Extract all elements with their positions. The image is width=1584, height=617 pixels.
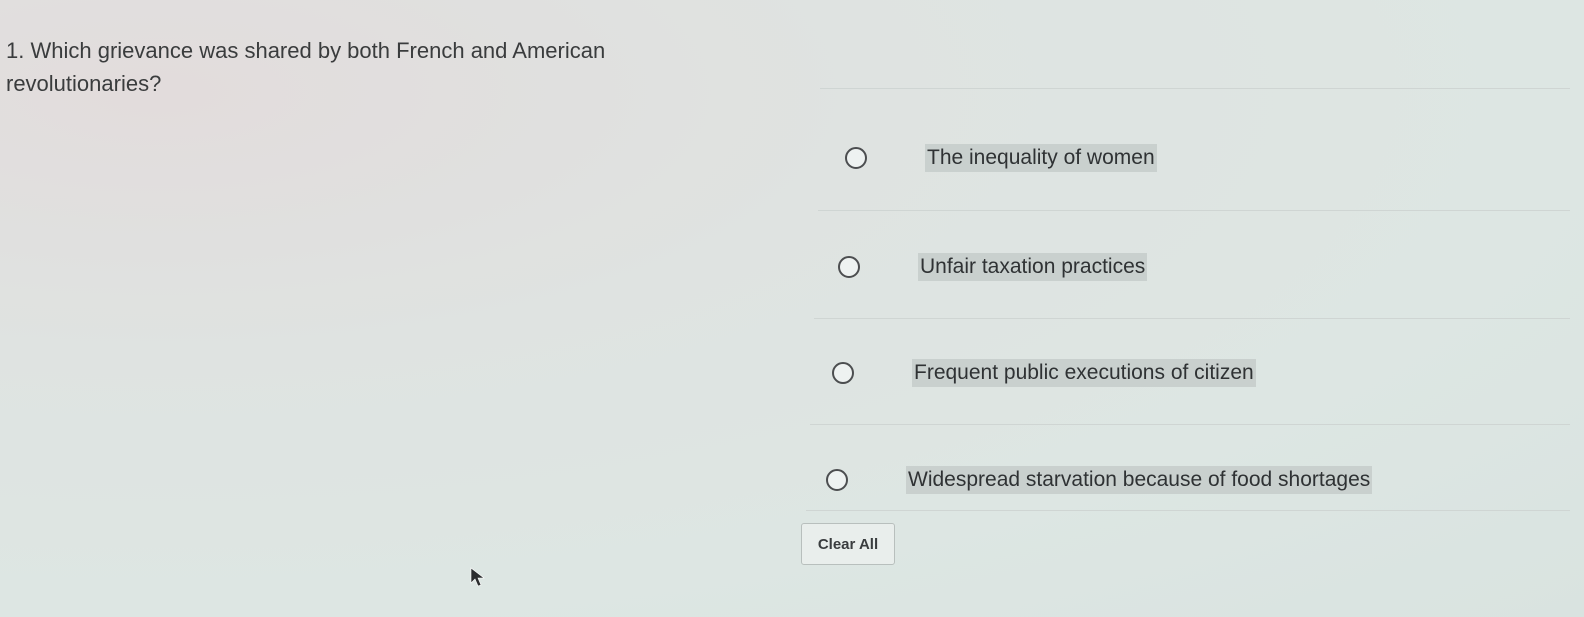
mouse-pointer-icon (470, 567, 485, 587)
question-prompt: 1. Which grievance was shared by both Fr… (6, 34, 766, 100)
answer-option-4[interactable]: Widespread starvation because of food sh… (826, 450, 1566, 510)
question-text: Which grievance was shared by both Frenc… (6, 38, 606, 96)
question-number: 1. (6, 38, 25, 63)
choice-divider (810, 424, 1570, 425)
answer-option-1[interactable]: The inequality of women (845, 128, 1584, 188)
radio-button[interactable] (845, 147, 867, 169)
radio-button[interactable] (826, 469, 848, 491)
answer-option-label: Frequent public executions of citizen (912, 359, 1256, 387)
answer-option-label: Widespread starvation because of food sh… (906, 466, 1373, 494)
choice-divider (814, 318, 1570, 319)
answer-option-3[interactable]: Frequent public executions of citizen (832, 343, 1572, 403)
radio-button[interactable] (838, 256, 860, 278)
answer-option-label: The inequality of women (925, 144, 1157, 172)
choice-divider (806, 510, 1570, 511)
answer-option-label: Unfair taxation practices (918, 253, 1148, 281)
clear-all-button[interactable]: Clear All (801, 523, 895, 565)
choice-divider (818, 210, 1570, 211)
answer-option-2[interactable]: Unfair taxation practices (838, 237, 1578, 297)
choice-divider (820, 88, 1570, 89)
radio-button[interactable] (832, 362, 854, 384)
